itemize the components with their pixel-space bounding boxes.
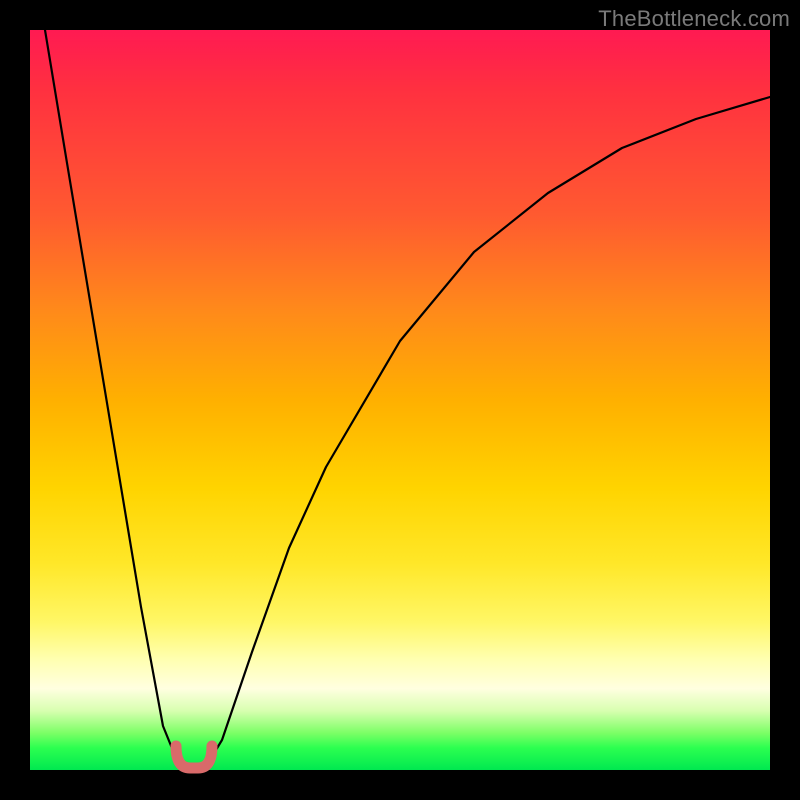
chart-frame: TheBottleneck.com: [0, 0, 800, 800]
curve-layer: [30, 30, 770, 770]
watermark-text: TheBottleneck.com: [598, 6, 790, 32]
bottleneck-curve: [45, 30, 770, 770]
plot-area: [30, 30, 770, 770]
valley-marker: [176, 746, 212, 768]
